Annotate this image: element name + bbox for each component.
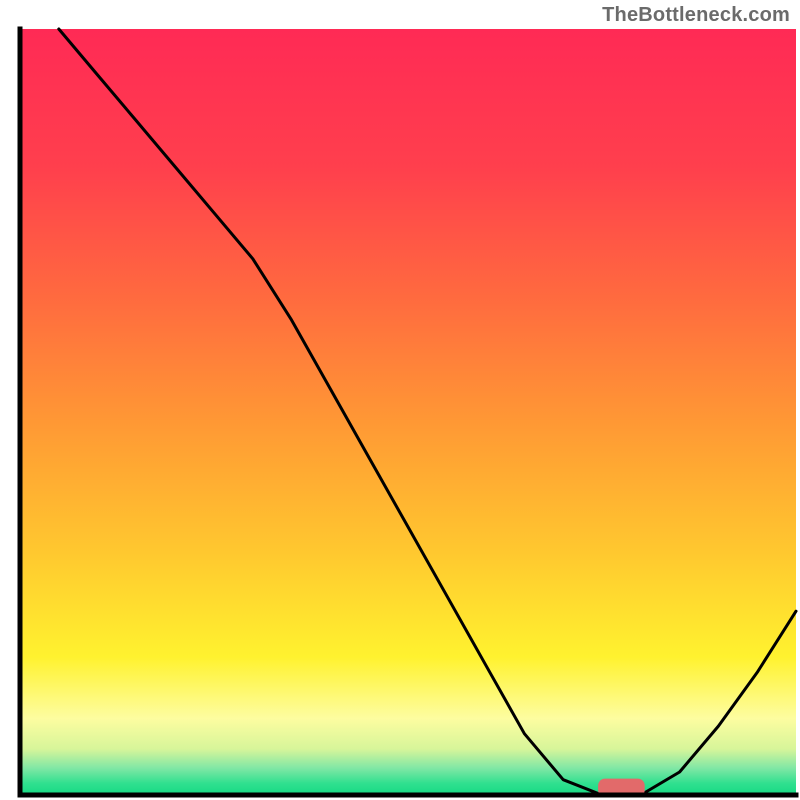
bottleneck-chart	[0, 0, 800, 800]
chart-container: TheBottleneck.com	[0, 0, 800, 800]
gradient-bg	[20, 29, 796, 795]
plot-area	[20, 29, 796, 797]
